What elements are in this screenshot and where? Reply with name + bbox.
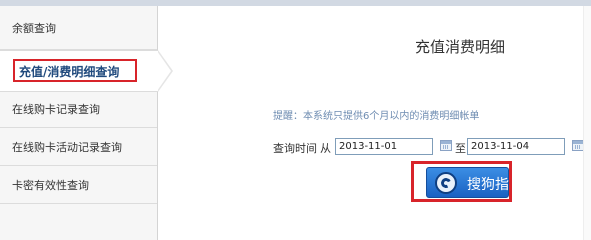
sidebar-item-recharge-detail[interactable]: 充值/消费明细查询: [0, 50, 173, 92]
query-button-label: 搜狗指南: [467, 177, 523, 193]
query-button[interactable]: 搜狗指南: [426, 167, 523, 198]
sidebar-item-balance-query[interactable]: 余额查询: [0, 6, 157, 50]
start-date-input[interactable]: [335, 138, 433, 155]
sidebar: 余额查询 在线购卡记录查询 在线购卡活动记录查询 卡密有效性查询: [0, 6, 158, 240]
search-icon: [435, 172, 457, 194]
sidebar-item-label: 充值/消费明细查询: [19, 65, 120, 79]
sidebar-item-label: 余额查询: [12, 21, 56, 35]
page-title: 充值消费明细: [415, 38, 506, 56]
sidebar-item-online-card-activity[interactable]: 在线购卡活动记录查询: [0, 128, 157, 166]
query-time-label: 查询时间: [273, 142, 317, 155]
sidebar-item-label: 在线购卡活动记录查询: [12, 140, 122, 154]
from-label: 从: [320, 142, 331, 155]
to-label: 至: [455, 142, 466, 155]
notice-text: 提醒：本系统只提供6个月以内的消费明细帐单: [273, 111, 480, 122]
sidebar-item-card-validity[interactable]: 卡密有效性查询: [0, 166, 157, 204]
scroll-edge: [583, 6, 591, 240]
sidebar-item-online-card-records[interactable]: 在线购卡记录查询: [0, 90, 157, 128]
calendar-icon[interactable]: [440, 140, 452, 151]
end-date-input[interactable]: [467, 138, 565, 155]
sidebar-item-label: 卡密有效性查询: [12, 178, 89, 192]
sidebar-item-label: 在线购卡记录查询: [12, 102, 100, 116]
